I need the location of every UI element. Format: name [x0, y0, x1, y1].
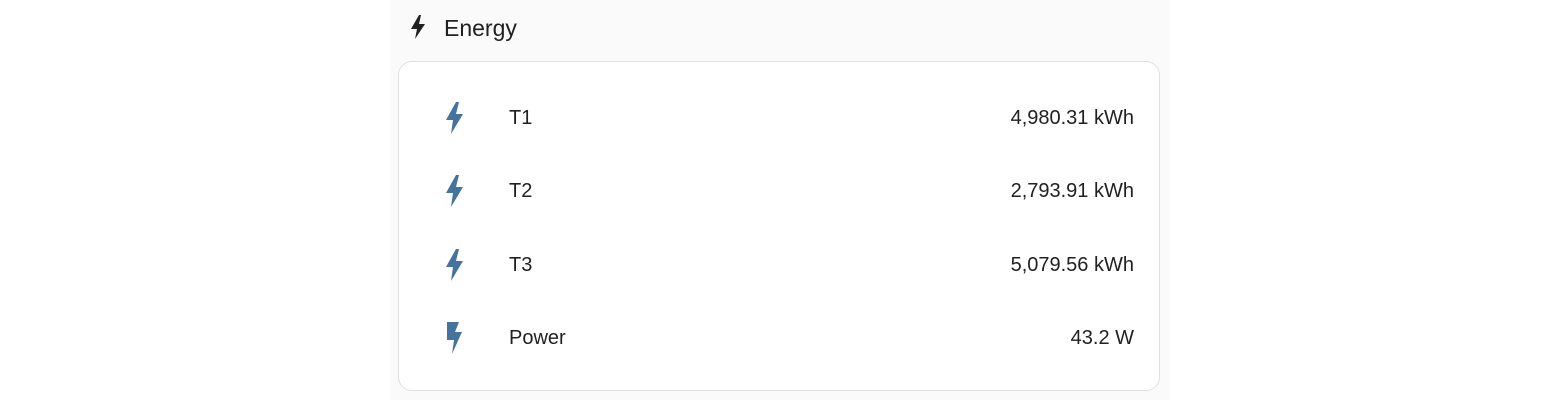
entity-state: 43.2 W — [1070, 327, 1134, 349]
entity-name: T3 — [509, 254, 533, 276]
entity-row-t2[interactable]: T2 2,793.91 kWh — [399, 167, 1159, 215]
flash-icon — [446, 175, 463, 207]
flash-icon — [411, 15, 425, 39]
entity-name: T2 — [509, 180, 533, 202]
entity-row-t1[interactable]: T1 4,980.31 kWh — [399, 94, 1159, 142]
entity-name: Power — [509, 327, 566, 349]
lightning-bolt-icon — [447, 322, 462, 354]
card-title: Energy — [444, 15, 517, 41]
entity-state: 4,980.31 kWh — [1010, 107, 1134, 129]
entities-card: T1 4,980.31 kWh T2 2,793.91 kWh T3 5,079… — [398, 61, 1160, 391]
entity-state: 2,793.91 kWh — [1010, 180, 1134, 202]
card-header: Energy — [390, 0, 1170, 58]
entity-row-t3[interactable]: T3 5,079.56 kWh — [399, 241, 1159, 289]
entity-name: T1 — [509, 107, 533, 129]
flash-icon — [446, 249, 463, 281]
energy-panel: Energy T1 4,980.31 kWh T2 2,793.91 kWh T… — [390, 0, 1170, 400]
entity-state: 5,079.56 kWh — [1010, 254, 1134, 276]
entity-row-power[interactable]: Power 43.2 W — [399, 314, 1159, 362]
flash-icon — [446, 102, 463, 134]
